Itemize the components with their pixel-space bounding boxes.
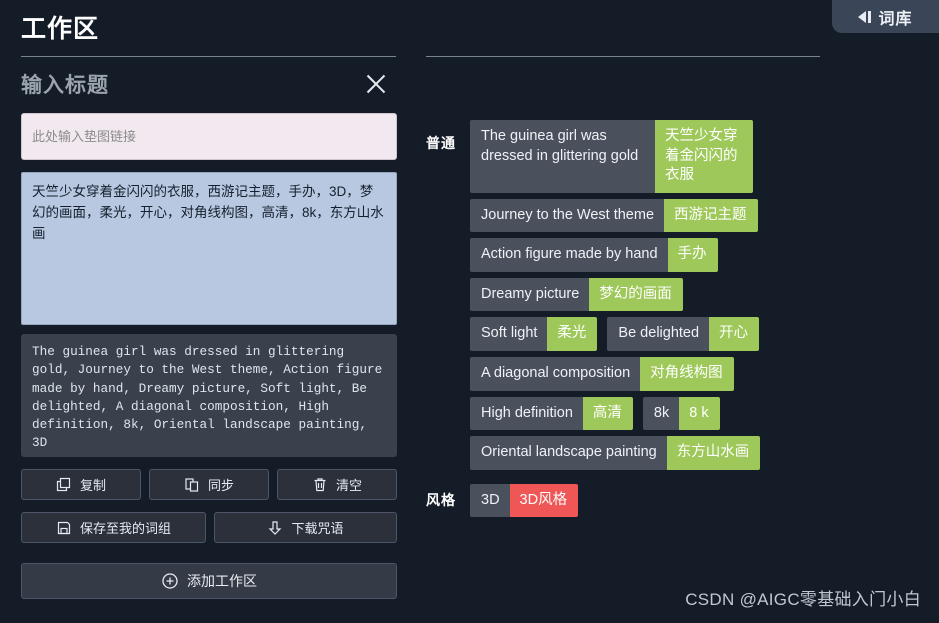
prompt-tag-chip[interactable]: A diagonal composition 对角线构图 bbox=[470, 356, 734, 391]
prompt-tag-en: The guinea girl was dressed in glitterin… bbox=[470, 120, 655, 193]
collapse-left-icon bbox=[858, 10, 872, 23]
prompt-tag-en: High definition bbox=[470, 396, 583, 431]
prompt-tag-en: Journey to the West theme bbox=[470, 198, 665, 233]
download-prompt-label: 下载咒语 bbox=[291, 521, 344, 536]
prompt-tag-en: Action figure made by hand bbox=[470, 238, 668, 272]
page-title: 工作区 bbox=[21, 15, 100, 43]
prompt-tag-en: Dreamy picture bbox=[470, 277, 590, 312]
watermark: CSDN @AIGC零基础入门小白 bbox=[685, 590, 921, 609]
prompt-tag-chip[interactable]: Be delighted 开心 bbox=[607, 317, 760, 351]
copy-icon bbox=[56, 477, 72, 493]
tag-row: The guinea girl was dressed in glitterin… bbox=[470, 120, 760, 193]
clear-button-label: 清空 bbox=[335, 478, 362, 493]
clear-button[interactable]: 清空 bbox=[277, 469, 397, 500]
sync-copy-icon bbox=[184, 477, 200, 493]
copy-button[interactable]: 复制 bbox=[21, 469, 141, 500]
copy-button-label: 复制 bbox=[79, 478, 106, 493]
sync-button-label: 同步 bbox=[207, 478, 234, 493]
prompt-tag-cn: 对角线构图 bbox=[640, 356, 734, 391]
download-arrow-icon bbox=[267, 520, 283, 536]
close-icon[interactable] bbox=[363, 71, 389, 97]
prompt-tag-chip[interactable]: Soft light 柔光 bbox=[470, 317, 598, 351]
tag-row: 3D 3D风格 bbox=[470, 483, 579, 518]
prompt-tag-cn: 西游记主题 bbox=[664, 198, 758, 233]
save-to-my-group-label: 保存至我的词组 bbox=[79, 521, 171, 536]
prompt-tag-chip[interactable]: The guinea girl was dressed in glitterin… bbox=[470, 120, 753, 193]
tag-group-label: 风格 bbox=[426, 491, 456, 508]
tag-row: Journey to the West theme 西游记主题 bbox=[470, 198, 760, 233]
prompt-tag-cn: 手办 bbox=[667, 238, 718, 272]
workspace-header-row: 输入标题 bbox=[21, 64, 397, 104]
prompt-tag-en: Soft light bbox=[470, 317, 548, 351]
prompt-tag-chip[interactable]: Oriental landscape painting 东方山水画 bbox=[470, 436, 761, 470]
prompt-tag-chip[interactable]: Journey to the West theme 西游记主题 bbox=[470, 198, 758, 233]
thesaurus-drawer-tab[interactable]: 词库 bbox=[832, 0, 939, 33]
action-button-row-2: 保存至我的词组 下载咒语 bbox=[21, 512, 397, 543]
tag-row: Soft light 柔光 Be delighted 开心 bbox=[470, 317, 760, 351]
tag-row: Oriental landscape painting 东方山水画 bbox=[470, 436, 761, 470]
prompt-tag-en: Oriental landscape painting bbox=[470, 436, 667, 470]
prompt-tag-en: 8k bbox=[642, 396, 680, 431]
prompt-tag-chip[interactable]: 3D 3D风格 bbox=[470, 483, 579, 518]
workspace-title-placeholder[interactable]: 输入标题 bbox=[21, 69, 109, 99]
prompt-tag-en: 3D bbox=[470, 483, 510, 518]
prompt-tag-en: A diagonal composition bbox=[470, 356, 641, 391]
tag-group: 风格 3D 3D风格 bbox=[426, 483, 896, 518]
reference-image-link-input[interactable] bbox=[21, 113, 397, 160]
tag-rows: 3D 3D风格 bbox=[470, 483, 579, 518]
tag-group: 普通 The guinea girl was dressed in glitter… bbox=[426, 120, 896, 470]
prompt-tag-chip[interactable]: 8k 8 k bbox=[642, 396, 720, 431]
prompt-tag-cn: 高清 bbox=[582, 396, 633, 431]
prompt-tag-cn: 8 k bbox=[679, 396, 720, 431]
prompt-tag-en: Be delighted bbox=[607, 317, 710, 351]
prompt-tag-cn: 东方山水画 bbox=[666, 436, 761, 470]
english-prompt-output: The guinea girl was dressed in glitterin… bbox=[21, 334, 397, 457]
tag-row: A diagonal composition 对角线构图 bbox=[470, 356, 760, 391]
right-divider bbox=[426, 56, 820, 57]
prompt-tag-chip[interactable]: Action figure made by hand 手办 bbox=[470, 238, 718, 272]
add-workspace-label: 添加工作区 bbox=[187, 573, 257, 589]
prompt-tag-chip[interactable]: Dreamy picture 梦幻的画面 bbox=[470, 277, 683, 312]
workspace-panel: 工作区 输入标题 The guinea girl was dressed in … bbox=[21, 0, 397, 599]
thesaurus-drawer-label: 词库 bbox=[878, 10, 913, 28]
download-prompt-button[interactable]: 下载咒语 bbox=[214, 512, 397, 543]
action-button-row-1: 复制 同步 清空 bbox=[21, 469, 397, 500]
prompt-tag-cn: 梦幻的画面 bbox=[589, 277, 683, 312]
add-workspace-button[interactable]: 添加工作区 bbox=[21, 563, 397, 599]
prompt-tag-cn: 3D风格 bbox=[509, 483, 579, 518]
tag-group-label: 普通 bbox=[426, 135, 456, 151]
save-to-my-group-button[interactable]: 保存至我的词组 bbox=[21, 512, 206, 543]
sync-button[interactable]: 同步 bbox=[149, 469, 269, 500]
app-root: 词库 工作区 输入标题 The guinea girl was dressed … bbox=[0, 0, 939, 623]
tag-row: High definition 高清 8k 8 k bbox=[470, 396, 760, 431]
tag-row: Dreamy picture 梦幻的画面 bbox=[470, 277, 760, 312]
trash-icon bbox=[312, 477, 328, 493]
tag-rows: The guinea girl was dressed in glitterin… bbox=[470, 120, 761, 470]
plus-circle-icon bbox=[161, 572, 179, 590]
prompt-tag-cn: 天竺少女穿着金闪闪的衣服 bbox=[655, 120, 753, 193]
tag-panel: 普通 The guinea girl was dressed in glitter… bbox=[426, 120, 896, 531]
floppy-save-icon bbox=[56, 520, 72, 536]
prompt-tag-cn: 柔光 bbox=[547, 317, 598, 351]
tag-row: Action figure made by hand 手办 bbox=[470, 238, 760, 272]
prompt-tag-chip[interactable]: High definition 高清 bbox=[470, 396, 633, 431]
prompt-tag-cn: 开心 bbox=[709, 317, 760, 351]
chinese-prompt-textarea[interactable] bbox=[21, 172, 397, 325]
